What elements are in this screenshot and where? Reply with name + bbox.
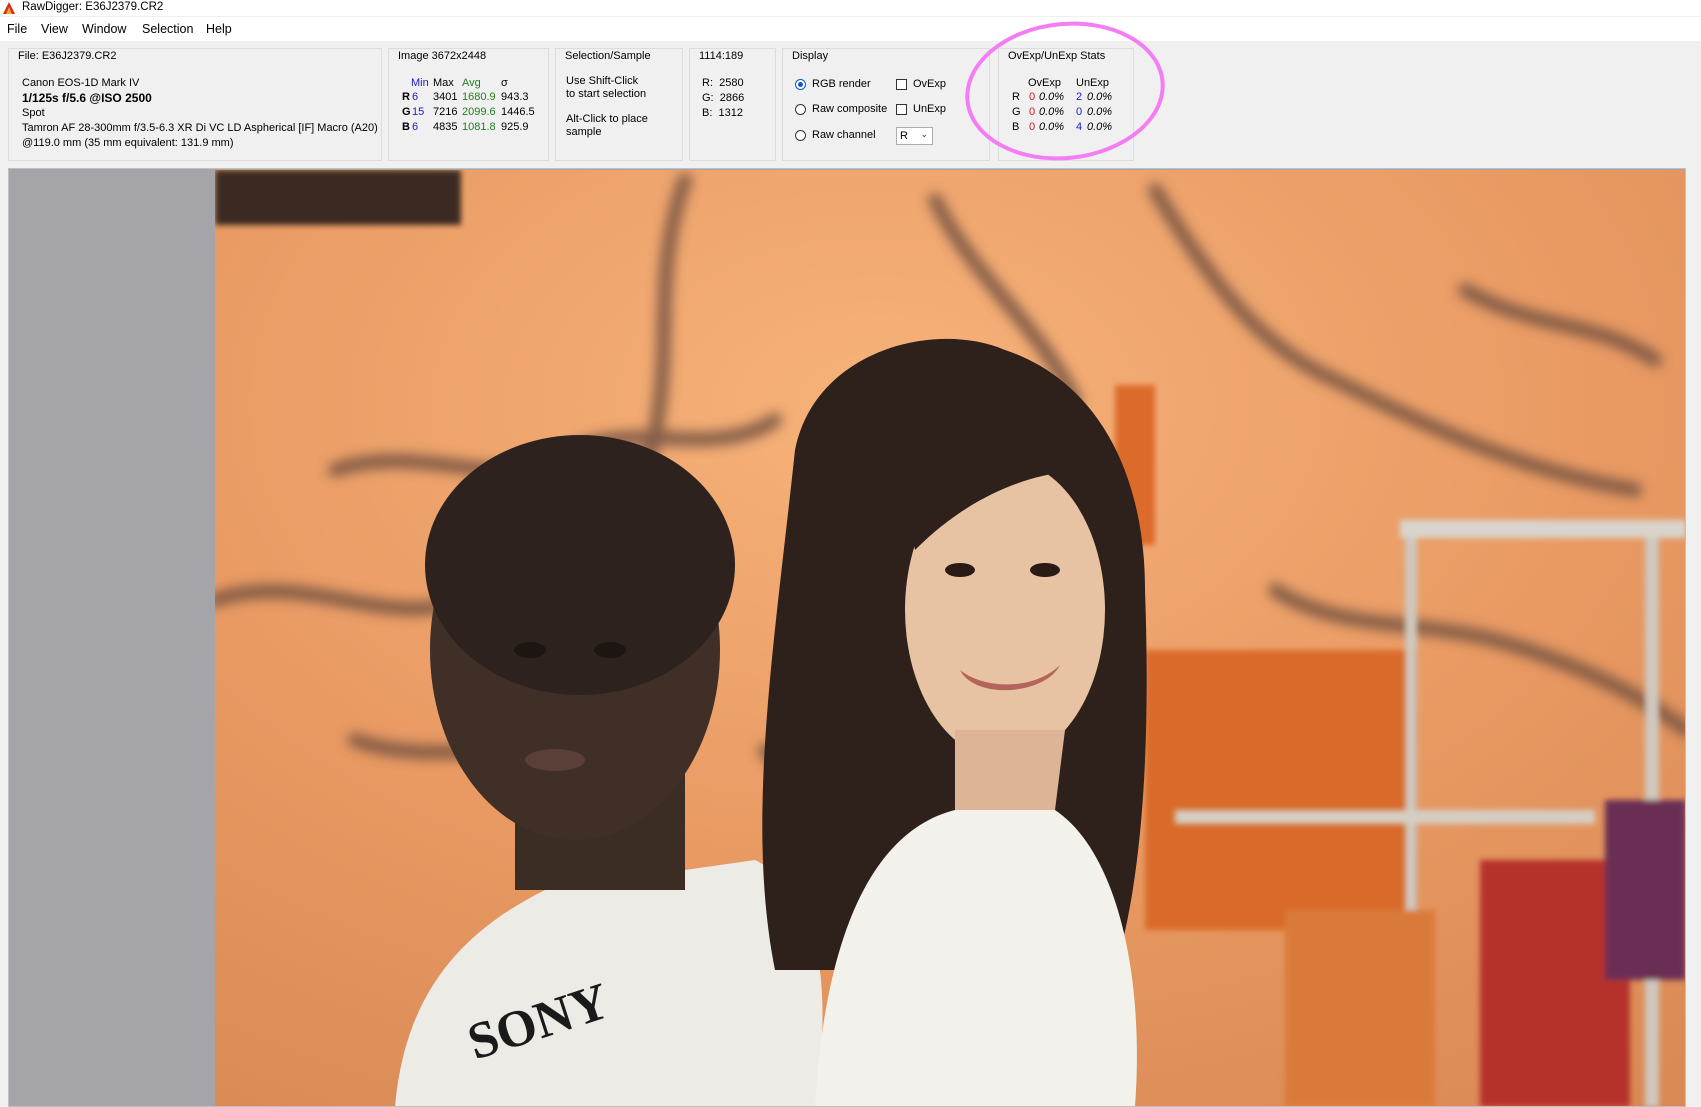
menu-file[interactable]: File xyxy=(7,22,27,36)
row-b-min: 6 xyxy=(412,121,419,133)
file-info-panel: File: E36J2379.CR2 Canon EOS-1D Mark IV … xyxy=(8,48,382,161)
raw-channel-label[interactable]: Raw channel xyxy=(812,129,876,141)
exposure-info: 1/125s f/5.6 @ISO 2500 xyxy=(22,91,152,105)
menu-window[interactable]: Window xyxy=(82,22,126,36)
cursor-b-value: B: 1312 xyxy=(702,107,743,119)
row-g-sigma: 1446.5 xyxy=(501,106,535,118)
selection-hint-line2: to start selection xyxy=(566,88,647,100)
menu-view[interactable]: View xyxy=(41,22,68,36)
selection-panel-title: Selection/Sample xyxy=(563,50,653,62)
chevron-down-icon: ⌄ xyxy=(920,129,928,139)
focal-length: @119.0 mm (35 mm equivalent: 131.9 mm) xyxy=(22,137,234,149)
image-panel-title: Image 3672x2448 xyxy=(396,50,489,62)
ovexp-label[interactable]: OvExp xyxy=(913,78,946,90)
rgb-render-label[interactable]: RGB render xyxy=(812,78,871,90)
row-b-avg: 1081.8 xyxy=(462,121,496,133)
row-r-min: 6 xyxy=(412,91,419,103)
rgb-render-radio[interactable] xyxy=(795,79,806,90)
row-g-min: 15 xyxy=(412,106,425,118)
header-sigma: σ xyxy=(501,77,508,89)
row-g-channel: G xyxy=(402,106,411,118)
image-stats-panel: Image 3672x2448 Min Max Avg σ R 6 3401 1… xyxy=(388,48,549,161)
file-panel-title: File: E36J2379.CR2 xyxy=(16,50,119,62)
selection-hint-line1: Use Shift-Click xyxy=(566,75,639,87)
raw-photo-preview[interactable]: SONY xyxy=(215,170,1686,1107)
unexp-label[interactable]: UnExp xyxy=(913,103,946,115)
header-max: Max xyxy=(433,77,454,89)
row-r-max: 3401 xyxy=(433,91,458,103)
raw-composite-radio[interactable] xyxy=(795,104,806,115)
lens-info: Tamron AF 28-300mm f/3.5-6.3 XR Di VC LD… xyxy=(22,122,378,134)
row-g-avg: 2099.6 xyxy=(462,106,496,118)
metering-mode: Spot xyxy=(22,107,45,119)
cursor-g-value: G: 2866 xyxy=(702,92,745,104)
title-bar: RawDigger: E36J2379.CR2 xyxy=(0,0,1701,16)
row-r-sigma: 943.3 xyxy=(501,91,529,103)
cursor-r-value: R: 2580 xyxy=(702,77,744,89)
raw-channel-select-value: R xyxy=(900,130,908,142)
header-min: Min xyxy=(411,77,429,89)
sample-hint-line1: Alt-Click to place xyxy=(566,113,648,125)
row-b-sigma: 925.9 xyxy=(501,121,529,133)
image-viewport[interactable]: SONY xyxy=(8,168,1686,1107)
sample-hint-line2: sample xyxy=(566,126,602,138)
display-panel-title: Display xyxy=(790,50,831,62)
row-r-channel: R xyxy=(402,91,410,103)
unexp-checkbox[interactable] xyxy=(896,104,907,115)
row-r-avg: 1680.9 xyxy=(462,91,496,103)
camera-model: Canon EOS-1D Mark IV xyxy=(22,77,140,89)
window-title: RawDigger: E36J2379.CR2 xyxy=(22,1,164,13)
header-avg: Avg xyxy=(462,77,481,89)
cursor-coordinates: 1114:189 xyxy=(697,50,746,62)
cursor-readout-panel: 1114:189 R: 2580 G: 2866 B: 1312 xyxy=(689,48,776,161)
raw-channel-radio[interactable] xyxy=(795,130,806,141)
display-panel: Display RGB render Raw composite Raw cha… xyxy=(782,48,990,161)
raw-channel-select[interactable]: R ⌄ xyxy=(896,127,933,145)
menu-bar: File View Window Selection Help xyxy=(0,17,1701,41)
selection-sample-panel: Selection/Sample Use Shift-Click to star… xyxy=(555,48,683,161)
raw-composite-label[interactable]: Raw composite xyxy=(812,103,887,115)
menu-help[interactable]: Help xyxy=(206,22,232,36)
row-b-channel: B xyxy=(402,121,410,133)
row-g-max: 7216 xyxy=(433,106,458,118)
ovexp-checkbox[interactable] xyxy=(896,79,907,90)
row-b-max: 4835 xyxy=(433,121,458,133)
rawdigger-logo-icon xyxy=(3,2,15,14)
menu-selection[interactable]: Selection xyxy=(142,22,193,36)
